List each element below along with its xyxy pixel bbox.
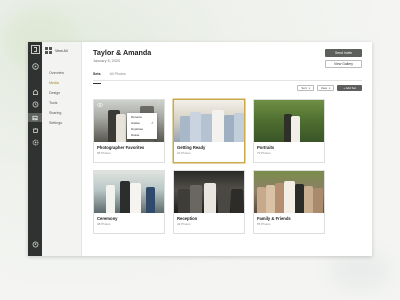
dashboard-icon[interactable] bbox=[31, 63, 39, 70]
context-menu: Rename Hidden ✓ Duplicate Delete bbox=[127, 113, 157, 139]
set-cover-photo bbox=[174, 100, 244, 142]
eye-icon[interactable] bbox=[97, 103, 103, 107]
account-icon[interactable] bbox=[32, 241, 39, 248]
sidebar-item-design[interactable]: Design bbox=[42, 88, 81, 98]
menu-item-hidden-label: Hidden bbox=[131, 121, 141, 125]
clock-icon[interactable] bbox=[32, 89, 39, 96]
event-date: January 6, 2020 bbox=[93, 59, 121, 63]
chevron-down-icon: ▾ bbox=[308, 86, 310, 90]
set-cover-photo bbox=[254, 171, 324, 213]
set-card[interactable]: Portraits 79 Photos bbox=[253, 99, 325, 163]
view-gallery-button[interactable]: View Gallery bbox=[325, 60, 362, 68]
set-card[interactable]: Family & Friends 55 Photos bbox=[253, 170, 325, 234]
set-cover-photo bbox=[174, 171, 244, 213]
view-all-link[interactable]: View All bbox=[42, 47, 81, 54]
more-options-icon[interactable]: ⋮ bbox=[156, 102, 161, 107]
header-actions: Send Invite View Gallery bbox=[325, 49, 362, 68]
set-photo-count: 42 Photos bbox=[177, 222, 191, 226]
view-dropdown[interactable]: View ▾ bbox=[316, 85, 335, 91]
add-set-button[interactable]: + Add Set bbox=[337, 85, 362, 91]
sets-toolbar: Sort ▾ View ▾ + Add Set bbox=[93, 85, 362, 92]
icon-rail bbox=[28, 42, 42, 256]
set-title: Photographer Favorites bbox=[97, 145, 145, 150]
sort-dropdown[interactable]: Sort ▾ bbox=[297, 85, 314, 91]
sidebar-item-tools[interactable]: Tools bbox=[42, 98, 81, 108]
background-blur bbox=[330, 250, 390, 290]
sidebar-item-settings[interactable]: Settings bbox=[42, 118, 81, 128]
set-photo-count: 24 Photos bbox=[177, 151, 191, 155]
grid-icon bbox=[45, 47, 52, 54]
tab-all-photos[interactable]: All Photos bbox=[110, 72, 126, 80]
sort-label: Sort bbox=[301, 86, 307, 90]
app-window: View All Overview Media Design Tools Sha… bbox=[28, 42, 372, 256]
heart-icon[interactable] bbox=[32, 101, 39, 108]
view-label: View bbox=[320, 86, 328, 90]
sidebar: View All Overview Media Design Tools Sha… bbox=[42, 42, 82, 256]
set-card[interactable]: Getting Ready 24 Photos bbox=[173, 99, 245, 163]
store-icon[interactable] bbox=[32, 127, 39, 134]
settings-icon[interactable] bbox=[32, 139, 39, 146]
gallery-icon[interactable] bbox=[28, 113, 42, 122]
set-title: Reception bbox=[177, 216, 198, 221]
set-photo-count: 79 Photos bbox=[257, 151, 271, 155]
set-title: Ceremony bbox=[97, 216, 118, 221]
page-title: Taylor & Amanda bbox=[93, 48, 152, 57]
app-logo-icon[interactable] bbox=[30, 45, 40, 54]
set-card[interactable]: ⋮ Photographer Favorites 58 Photos Renam… bbox=[93, 99, 165, 163]
set-card[interactable]: Ceremony 48 Photos bbox=[93, 170, 165, 234]
sidebar-item-media[interactable]: Media bbox=[42, 78, 81, 88]
sidebar-item-sharing[interactable]: Sharing bbox=[42, 108, 81, 118]
set-photo-count: 58 Photos bbox=[97, 151, 111, 155]
set-cover-photo bbox=[94, 171, 164, 213]
tab-sets[interactable]: Sets bbox=[93, 72, 101, 84]
set-title: Family & Friends bbox=[257, 216, 291, 221]
set-photo-count: 55 Photos bbox=[257, 222, 271, 226]
set-photo-count: 48 Photos bbox=[97, 222, 111, 226]
set-title: Portraits bbox=[257, 145, 275, 150]
send-invite-button[interactable]: Send Invite bbox=[325, 49, 362, 57]
view-all-label: View All bbox=[55, 48, 68, 53]
chevron-down-icon: ▾ bbox=[329, 86, 331, 90]
sidebar-item-overview[interactable]: Overview bbox=[42, 68, 81, 78]
set-grid: ⋮ Photographer Favorites 58 Photos Renam… bbox=[93, 99, 362, 234]
tab-bar: Sets All Photos bbox=[93, 72, 362, 84]
main-content: Taylor & Amanda January 6, 2020 Send Inv… bbox=[82, 42, 372, 256]
set-title: Getting Ready bbox=[177, 145, 206, 150]
set-card[interactable]: Reception 42 Photos bbox=[173, 170, 245, 234]
set-cover-photo bbox=[254, 100, 324, 142]
menu-item-delete[interactable]: Delete bbox=[127, 132, 157, 138]
